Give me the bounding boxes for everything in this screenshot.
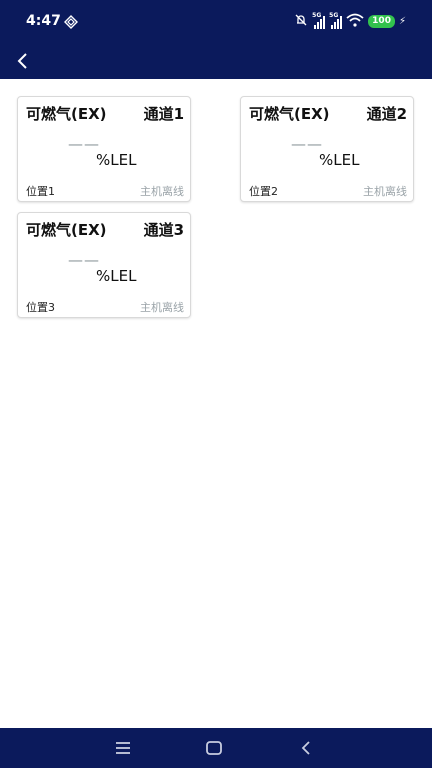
gas-type: 可燃气(EX) <box>26 105 107 123</box>
location-label: 位置3 <box>26 301 55 314</box>
reading-unit: %LEL <box>96 267 137 285</box>
gas-type: 可燃气(EX) <box>249 105 330 123</box>
status-time: 4:47 <box>26 13 61 29</box>
status-label: 主机离线 <box>363 185 407 198</box>
channel-label: 通道2 <box>366 105 407 123</box>
back-arrow-icon[interactable] <box>12 50 34 72</box>
signal-icon: 5G <box>312 11 326 29</box>
channel-label: 通道1 <box>143 105 184 123</box>
status-label: 主机离线 <box>140 301 184 314</box>
location-label: 位置2 <box>249 185 278 198</box>
network-label: 5G <box>312 11 322 19</box>
mute-icon <box>294 12 308 31</box>
battery-icon: 100 <box>368 15 395 28</box>
app-bar <box>0 44 432 79</box>
signal-icon: 5G <box>329 11 343 29</box>
cast-icon <box>64 14 78 33</box>
menu-icon[interactable] <box>112 737 134 759</box>
status-bar: 4:47 5G 5G 100 ⚡ <box>0 0 432 44</box>
charging-icon: ⚡ <box>398 16 406 27</box>
system-nav-bar <box>0 728 432 768</box>
back-icon[interactable] <box>295 737 317 759</box>
channel-label: 通道3 <box>143 221 184 239</box>
location-label: 位置1 <box>26 185 55 198</box>
channel-card-3[interactable]: 可燃气(EX) 通道3 —— %LEL 位置3 主机离线 <box>17 212 191 318</box>
status-icons: 5G 5G 100 ⚡ <box>294 12 406 31</box>
wifi-icon <box>346 12 364 31</box>
reading-unit: %LEL <box>319 151 360 169</box>
gas-type: 可燃气(EX) <box>26 221 107 239</box>
status-label: 主机离线 <box>140 185 184 198</box>
channel-card-1[interactable]: 可燃气(EX) 通道1 —— %LEL 位置1 主机离线 <box>17 96 191 202</box>
reading-unit: %LEL <box>96 151 137 169</box>
home-icon[interactable] <box>203 737 225 759</box>
network-label: 5G <box>329 11 339 19</box>
channel-card-2[interactable]: 可燃气(EX) 通道2 —— %LEL 位置2 主机离线 <box>240 96 414 202</box>
